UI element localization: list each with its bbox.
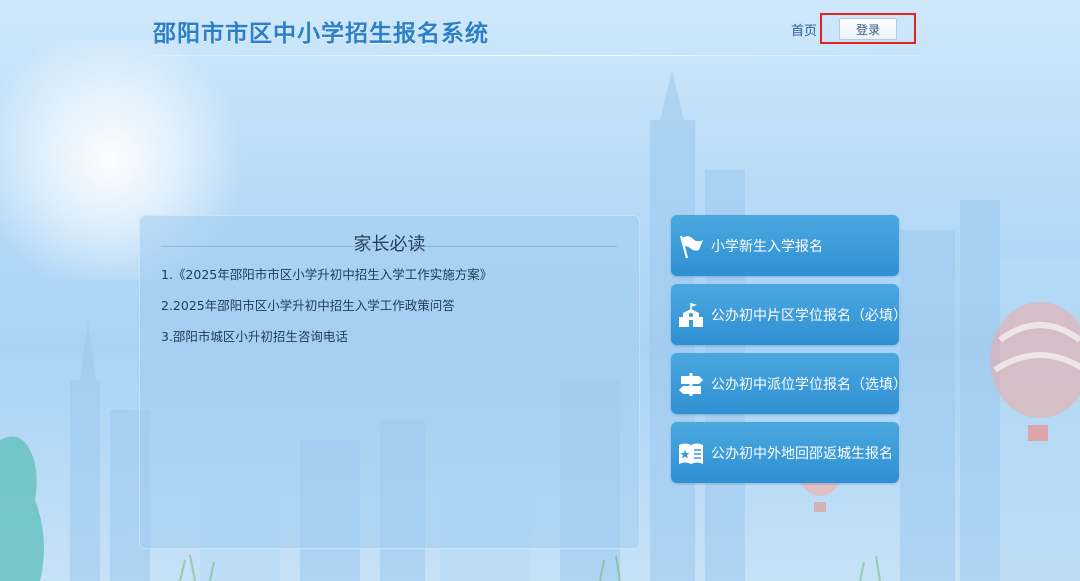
book-star-icon <box>679 443 703 464</box>
action-label: 公办初中派位学位报名（选填） <box>711 376 907 393</box>
district-middle-school-button[interactable]: 公办初中片区学位报名（必填） <box>671 284 907 345</box>
child-silhouette-illustration <box>0 436 44 581</box>
site-title: 邵阳市市区中小学招生报名系统 <box>153 21 489 47</box>
login-button[interactable]: 登录 <box>839 18 897 40</box>
registration-actions: 小学新生入学报名 公办初中片区学位报名（必填） 公办初中派位学位报名（选填） 公… <box>671 215 907 491</box>
action-label: 公办初中外地回邵返城生报名 <box>711 445 893 462</box>
school-icon <box>679 302 703 327</box>
returning-student-button[interactable]: 公办初中外地回邵返城生报名 <box>671 422 899 483</box>
action-label: 小学新生入学报名 <box>711 238 823 255</box>
notice-list: 1.《2025年邵阳市市区小学升初中招生入学工作实施方案》 2.2025年邵阳市… <box>161 267 492 360</box>
flag-icon <box>679 235 703 258</box>
hot-air-balloon-illustration <box>990 302 1080 441</box>
nav-home-link[interactable]: 首页 <box>791 20 817 39</box>
action-label: 公办初中片区学位报名（必填） <box>711 307 907 324</box>
notice-divider <box>161 246 617 247</box>
notice-heading: 家长必读 <box>353 234 426 255</box>
notice-link[interactable]: 3.邵阳市城区小升初招生咨询电话 <box>161 329 348 344</box>
site-header: 邵阳市市区中小学招生报名系统 首页 登录 <box>0 0 1080 56</box>
signpost-icon <box>679 372 703 396</box>
notice-panel: 家长必读 1.《2025年邵阳市市区小学升初中招生入学工作实施方案》 2.202… <box>139 215 640 549</box>
notice-link[interactable]: 2.2025年邵阳市区小学升初中招生入学工作政策问答 <box>161 298 455 313</box>
allocation-middle-school-button[interactable]: 公办初中派位学位报名（选填） <box>671 353 907 414</box>
header-divider <box>150 55 920 56</box>
notice-item[interactable]: 1.《2025年邵阳市市区小学升初中招生入学工作实施方案》 <box>161 267 492 298</box>
notice-item[interactable]: 2.2025年邵阳市区小学升初中招生入学工作政策问答 <box>161 298 492 329</box>
notice-item[interactable]: 3.邵阳市城区小升初招生咨询电话 <box>161 329 492 360</box>
primary-enrollment-button[interactable]: 小学新生入学报名 <box>671 215 899 276</box>
notice-link[interactable]: 1.《2025年邵阳市市区小学升初中招生入学工作实施方案》 <box>161 267 492 282</box>
